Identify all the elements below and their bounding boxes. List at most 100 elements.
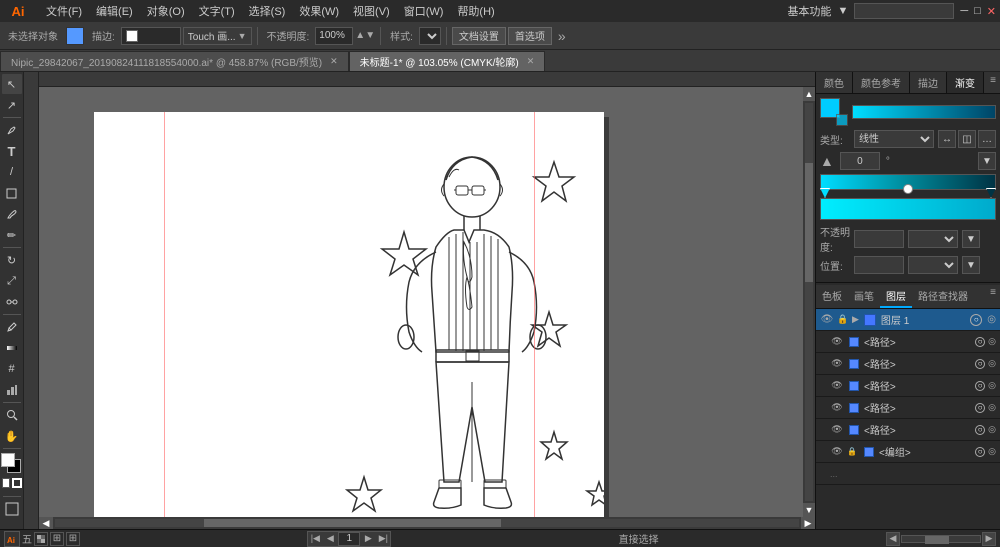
panel-tab-stroke[interactable]: 描边	[910, 72, 947, 93]
path-3-target[interactable]: ○	[975, 381, 985, 391]
layers-tab-layers[interactable]: 图层	[880, 285, 912, 308]
layer-item-1[interactable]: 👁 🔒 ▶ 图层 1 ○ ◎	[816, 309, 1000, 331]
tool-rectangle[interactable]	[2, 183, 22, 203]
layer-item-group[interactable]: 👁 🔒 <编组> ○ ◎	[816, 441, 1000, 463]
path-2-eye-icon[interactable]: 👁	[830, 357, 844, 371]
layers-panel-menu-icon[interactable]: ≡	[986, 285, 1000, 308]
path-5-eye-icon[interactable]: 👁	[830, 423, 844, 437]
panel-tab-color[interactable]: 颜色	[816, 72, 853, 93]
tool-chart[interactable]	[2, 380, 22, 400]
panel-tab-gradient[interactable]: 渐变	[947, 72, 984, 93]
tab-file-2-close[interactable]: ✕	[527, 56, 535, 67]
tool-line[interactable]: /	[2, 162, 22, 182]
layer-item-path-5[interactable]: 👁 <路径> ○ ◎	[816, 419, 1000, 441]
menu-file[interactable]: 文件(F)	[40, 1, 88, 21]
gradient-midpoint-handle[interactable]	[903, 184, 913, 194]
path-1-target[interactable]: ○	[975, 337, 985, 347]
tab-file-1[interactable]: Nipic_29842067_20190824111818554000.ai* …	[0, 51, 349, 71]
path-5-target[interactable]: ○	[975, 425, 985, 435]
workspace-dropdown-icon[interactable]: ▼	[837, 5, 848, 17]
scroll-up-btn[interactable]: ▲	[803, 87, 815, 101]
tool-pencil[interactable]: ✏	[2, 225, 22, 245]
nav-scrollbar-thumb[interactable]	[925, 536, 948, 544]
fill-indicator[interactable]	[2, 478, 11, 488]
tool-eyedropper[interactable]	[2, 317, 22, 337]
gradient-opacity-select[interactable]	[908, 230, 958, 248]
tool-pen[interactable]	[2, 120, 22, 140]
gradient-cyan-bar[interactable]	[820, 198, 996, 220]
more-options-icon[interactable]: »	[558, 28, 566, 44]
search-input[interactable]	[854, 3, 954, 19]
tool-type[interactable]: T	[2, 141, 22, 161]
tool-mesh[interactable]: #	[2, 359, 22, 379]
canvas-page[interactable]	[94, 112, 604, 529]
tool-scale[interactable]: ⤢	[2, 271, 22, 291]
tool-zoom[interactable]	[2, 405, 22, 425]
menu-object[interactable]: 对象(O)	[141, 1, 191, 21]
scroll-ctrl-left[interactable]: ◀	[886, 532, 900, 546]
group-eye-icon[interactable]: 👁	[830, 445, 844, 459]
page-prev-btn[interactable]: ◀	[323, 532, 337, 546]
page-first-btn[interactable]: |◀	[308, 532, 322, 546]
gradient-slider-track[interactable]	[820, 174, 996, 190]
menu-window[interactable]: 窗口(W)	[398, 1, 450, 21]
gradient-angle-down[interactable]: ▼	[978, 152, 996, 170]
layers-tab-pathfinder[interactable]: 路径查找器	[912, 285, 974, 308]
touch-btn[interactable]: Touch 画... ▼	[183, 27, 252, 45]
path-2-target[interactable]: ○	[975, 359, 985, 369]
layer-1-expand-icon[interactable]: ▶	[852, 314, 859, 325]
gradient-stop-left[interactable]	[820, 188, 830, 198]
color-picker[interactable]	[1, 453, 23, 475]
gradient-options-btn[interactable]: …	[978, 130, 996, 148]
window-maximize-btn[interactable]: □	[974, 5, 981, 17]
view-mode-btn[interactable]	[34, 532, 48, 546]
gradient-location-menu[interactable]: ▼	[962, 256, 980, 274]
tool-paintbrush[interactable]	[2, 204, 22, 224]
tool-rotate[interactable]: ↻	[2, 250, 22, 270]
gradient-angle-input[interactable]	[840, 152, 880, 170]
gradient-color-swatch[interactable]	[820, 98, 848, 126]
doc-settings-btn[interactable]: 文档设置	[452, 27, 506, 45]
window-close-btn[interactable]: ✕	[987, 5, 996, 18]
layout-btn[interactable]: ⊞	[50, 532, 64, 546]
menu-text[interactable]: 文字(T)	[193, 1, 241, 21]
scroll-ctrl-right[interactable]: ▶	[982, 532, 996, 546]
scrollbar-thumb[interactable]	[204, 519, 502, 527]
page-last-btn[interactable]: ▶|	[376, 532, 390, 546]
menu-edit[interactable]: 编辑(E)	[90, 1, 139, 21]
tool-blend[interactable]	[2, 292, 22, 312]
panel-menu-icon[interactable]: ≡	[986, 72, 1000, 93]
canvas-area[interactable]: ◀ ▶ ▲ ▼	[24, 72, 815, 529]
layer-item-path-2[interactable]: 👁 <路径> ○ ◎	[816, 353, 1000, 375]
vscrollbar-track[interactable]	[805, 103, 813, 501]
path-3-eye-icon[interactable]: 👁	[830, 379, 844, 393]
tool-hand[interactable]: ✋	[2, 426, 22, 446]
nav-scrollbar[interactable]	[901, 535, 981, 543]
layer-item-path-1[interactable]: 👁 <路径> ○ ◎	[816, 331, 1000, 353]
layer-1-visibility-icon[interactable]: 👁	[820, 313, 834, 327]
gradient-color-bar[interactable]	[852, 105, 996, 119]
path-4-eye-icon[interactable]: 👁	[830, 401, 844, 415]
gradient-reverse-btn[interactable]: ↔	[938, 130, 956, 148]
tab-file-2[interactable]: 未标题-1* @ 103.05% (CMYK/轮廓) ✕	[349, 51, 546, 71]
stroke-indicator[interactable]	[12, 478, 21, 488]
layers-tab-brush[interactable]: 画笔	[848, 285, 880, 308]
gradient-location-select[interactable]	[908, 256, 958, 274]
tool-gradient[interactable]	[2, 338, 22, 358]
menu-effect[interactable]: 效果(W)	[293, 1, 345, 21]
gradient-opacity-menu[interactable]: ▼	[962, 230, 980, 248]
gradient-type-select[interactable]: 线性	[854, 130, 934, 148]
group-target[interactable]: ○	[975, 447, 985, 457]
vscrollbar-thumb[interactable]	[805, 163, 813, 282]
horizontal-scrollbar[interactable]: ◀ ▶	[39, 517, 815, 529]
gradient-to-stroke-btn[interactable]: ◫	[958, 130, 976, 148]
menu-view[interactable]: 视图(V)	[347, 1, 396, 21]
artboard-tool[interactable]	[2, 499, 22, 519]
tab-file-1-close[interactable]: ✕	[330, 56, 338, 67]
preferences-btn[interactable]: 首选项	[508, 27, 552, 45]
tool-selection[interactable]: ↖	[2, 74, 22, 94]
path-1-eye-icon[interactable]: 👁	[830, 335, 844, 349]
menu-select[interactable]: 选择(S)	[243, 1, 292, 21]
scroll-down-btn[interactable]: ▼	[803, 503, 815, 517]
gradient-stop-right[interactable]	[986, 188, 996, 198]
